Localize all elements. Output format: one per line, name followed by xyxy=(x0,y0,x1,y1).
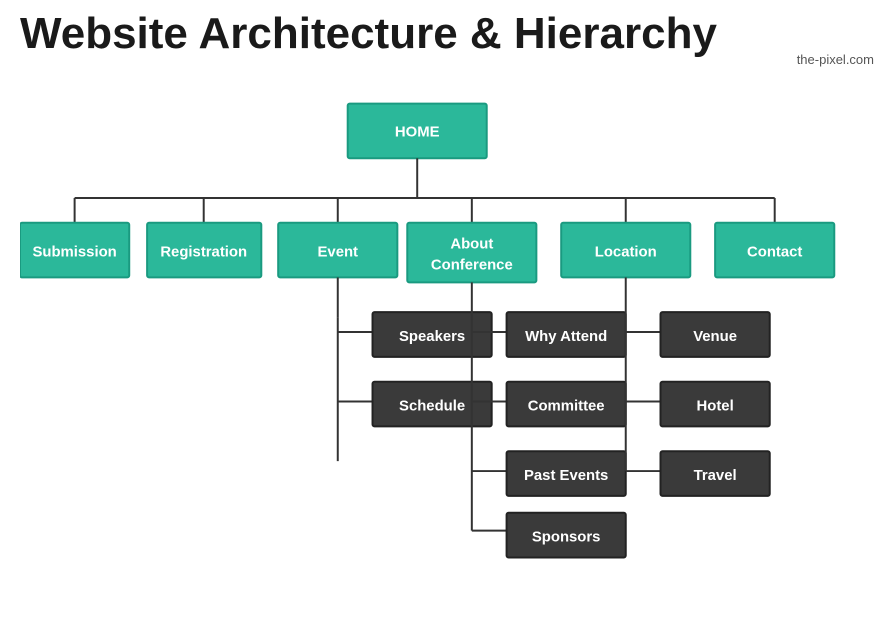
home-label: HOME xyxy=(395,125,440,141)
architecture-svg: HOME Submission Regist xyxy=(20,77,874,597)
why-attend-label: Why Attend xyxy=(525,329,607,345)
event-label: Event xyxy=(318,245,359,261)
travel-label: Travel xyxy=(694,468,737,484)
contact-label: Contact xyxy=(747,245,802,261)
schedule-label: Schedule xyxy=(399,399,465,415)
about-conference-label2: Conference xyxy=(431,258,513,274)
location-label: Location xyxy=(595,245,657,261)
tree-diagram: HOME Submission Regist xyxy=(20,77,874,602)
speakers-label: Speakers xyxy=(399,329,465,345)
committee-label: Committee xyxy=(528,399,605,415)
registration-label: Registration xyxy=(160,245,247,261)
submission-label: Submission xyxy=(32,245,116,261)
page-title: Website Architecture & Hierarchy xyxy=(20,10,874,58)
about-conference-label: About xyxy=(450,237,493,253)
past-events-label: Past Events xyxy=(524,468,608,484)
venue-label: Venue xyxy=(693,329,737,345)
page: Website Architecture & Hierarchy the-pix… xyxy=(0,0,894,622)
hotel-label: Hotel xyxy=(697,399,734,415)
sponsors-label: Sponsors xyxy=(532,530,601,546)
